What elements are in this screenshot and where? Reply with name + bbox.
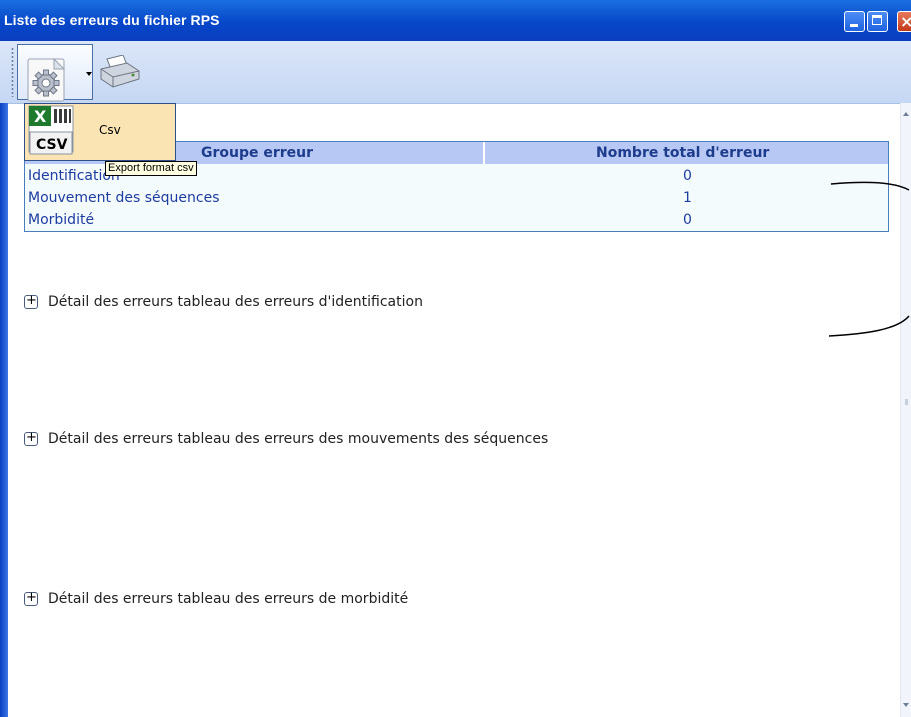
column-header-group[interactable]: Groupe erreur: [201, 145, 313, 161]
error-count: 1: [683, 190, 692, 206]
error-count: 0: [683, 168, 692, 184]
expand-toggle[interactable]: +: [24, 590, 38, 606]
minimize-icon: [850, 24, 858, 27]
column-header-count[interactable]: Nombre total d'erreur: [596, 145, 769, 161]
maximize-icon: [872, 15, 882, 25]
table-row[interactable]: Morbidité 0: [25, 210, 888, 232]
expand-toggle[interactable]: +: [24, 293, 38, 309]
toolbar-grip[interactable]: [11, 47, 14, 97]
menu-item-csv-label[interactable]: Csv: [99, 123, 121, 137]
scroll-thumb[interactable]: [905, 399, 908, 405]
annotation-strokes: [828, 181, 910, 337]
tooltip: Export format csv: [105, 161, 197, 176]
minimize-button[interactable]: [844, 11, 865, 32]
error-count: 0: [683, 212, 692, 228]
chevron-down-icon[interactable]: [86, 72, 92, 76]
section-label[interactable]: Détail des erreurs tableau des erreurs d…: [48, 431, 548, 447]
csv-icon-text: CSV: [36, 137, 68, 153]
scroll-down-icon[interactable]: [903, 703, 909, 707]
group-name[interactable]: Morbidité: [28, 212, 94, 228]
plus-icon: +: [26, 590, 37, 605]
table-row[interactable]: Mouvement des séquences 1: [25, 188, 888, 210]
maximize-button[interactable]: [867, 11, 888, 32]
close-icon: ×: [900, 12, 911, 31]
csv-file-icon: X CSV: [28, 105, 74, 155]
section-label[interactable]: Détail des erreurs tableau des erreurs d…: [48, 591, 408, 607]
column-divider[interactable]: [483, 142, 485, 164]
section-label[interactable]: Détail des erreurs tableau des erreurs d…: [48, 294, 423, 310]
expand-toggle[interactable]: +: [24, 430, 38, 446]
group-name[interactable]: Mouvement des séquences: [28, 190, 219, 206]
window-title: Liste des erreurs du fichier RPS: [4, 12, 220, 28]
scroll-up-icon[interactable]: [903, 112, 909, 116]
close-button[interactable]: ×: [897, 11, 911, 32]
window-left-border: [0, 103, 8, 717]
plus-icon: +: [26, 293, 37, 308]
title-bar: Liste des erreurs du fichier RPS ×: [0, 0, 911, 41]
gear-icon: [27, 57, 66, 102]
printer-icon[interactable]: [97, 55, 141, 89]
plus-icon: +: [26, 430, 37, 445]
svg-text:X: X: [34, 107, 47, 126]
